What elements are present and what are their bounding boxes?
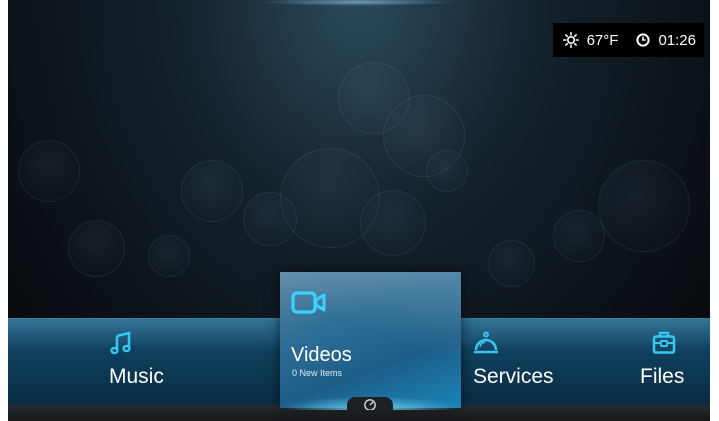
bokeh-circle (148, 235, 190, 277)
bokeh-circle (360, 190, 426, 256)
menu-item-label: Videos (291, 344, 352, 366)
clock-icon (636, 33, 651, 47)
bokeh-circle (68, 220, 125, 277)
bokeh-circle (553, 210, 605, 262)
dashboard-gauge-icon (363, 398, 377, 410)
status-bar: 67°F 01:26 (552, 23, 704, 57)
bokeh-circle (243, 192, 297, 246)
new-items-count: 0 New Items (292, 368, 343, 378)
bokeh-circle (426, 150, 468, 192)
menu-item-label: Files (640, 365, 685, 388)
menu-item-label: Services (473, 365, 554, 388)
briefcase-icon (640, 331, 684, 357)
menu-item-files[interactable]: Files (640, 331, 684, 389)
clock-text: 01:26 (658, 31, 696, 49)
bokeh-circle (181, 160, 243, 222)
bokeh-circle (488, 240, 535, 287)
bokeh-circle (598, 160, 690, 252)
menu-item-label: Music (109, 365, 164, 388)
video-camera-icon (291, 290, 327, 321)
menu-item-services[interactable]: Services (473, 331, 554, 389)
sun-icon (562, 32, 579, 48)
music-note-icon (109, 331, 164, 357)
bokeh-circle (18, 140, 80, 202)
menu-item-videos[interactable]: Videos 0 New Items (280, 272, 461, 408)
menu-item-music[interactable]: Music (109, 331, 164, 389)
service-bell-icon (473, 331, 554, 357)
temperature-text: 67°F (586, 31, 619, 49)
dashboard-handle[interactable] (347, 397, 393, 411)
top-glow (258, 0, 458, 6)
media-player-home-screen: 67°F 01:26 Music Services Files Videos 0… (8, 0, 710, 421)
